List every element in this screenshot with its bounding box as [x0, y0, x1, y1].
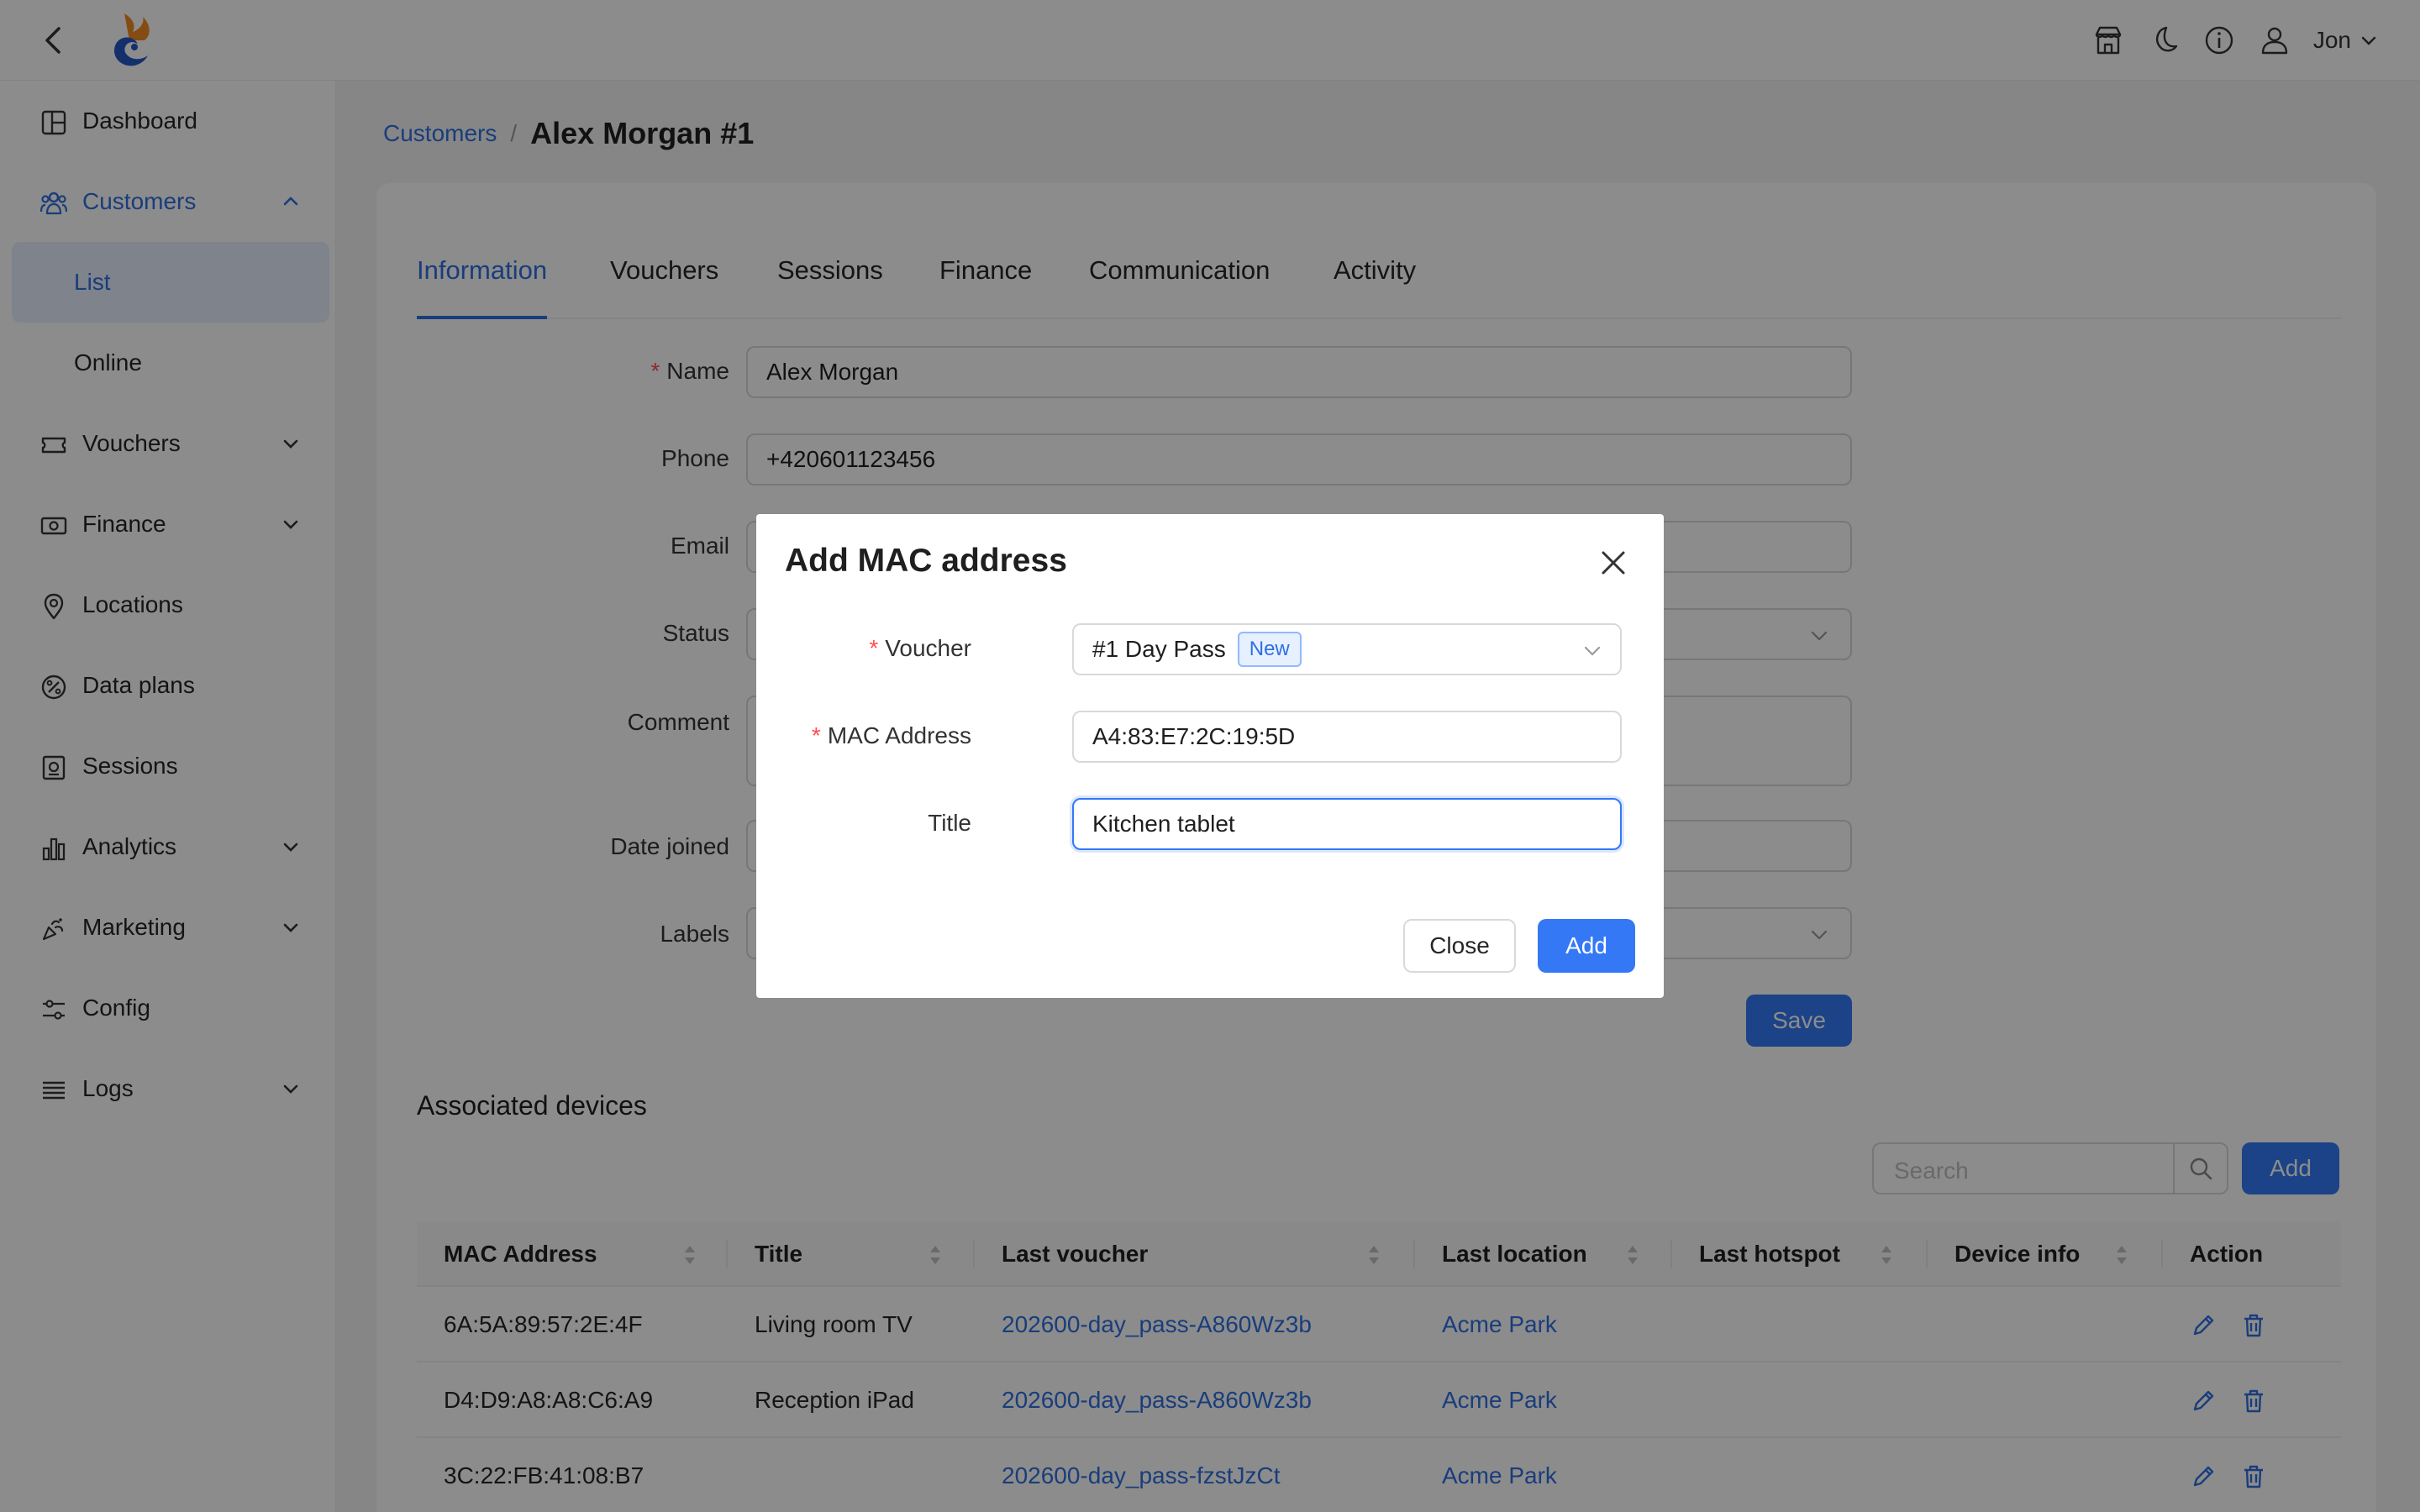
voucher-value: #1 Day Pass: [1092, 636, 1226, 662]
mac-address-field[interactable]: A4:83:E7:2C:19:5D: [1072, 711, 1622, 763]
close-icon[interactable]: [1598, 548, 1628, 578]
voucher-select[interactable]: #1 Day Pass New: [1072, 623, 1622, 675]
required-marker: *: [869, 635, 879, 661]
voucher-label: * Voucher: [869, 635, 971, 661]
chevron-down-icon: [1581, 640, 1603, 662]
close-button[interactable]: Close: [1403, 919, 1516, 973]
add-mac-modal: Add MAC address * Voucher #1 Day Pass New…: [756, 514, 1664, 998]
title-field[interactable]: Kitchen tablet: [1072, 798, 1622, 850]
required-marker: *: [811, 722, 821, 748]
status-badge: New: [1237, 632, 1302, 667]
modal-title: Add MAC address: [785, 543, 1067, 579]
title-label: Title: [928, 810, 971, 836]
mac-address-label: * MAC Address: [811, 722, 971, 748]
add-button[interactable]: Add: [1538, 919, 1635, 973]
